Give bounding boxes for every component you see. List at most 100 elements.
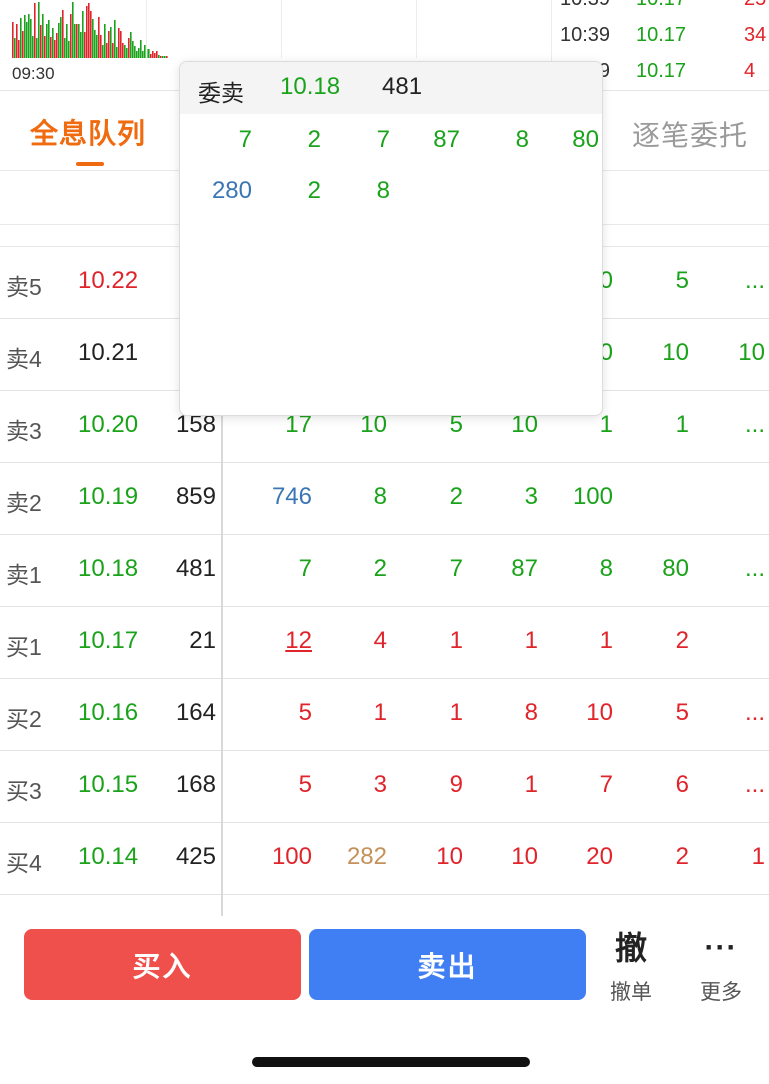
queue-order-size[interactable]: ...	[705, 771, 765, 799]
order-book-row[interactable]: 买3 10.15 168 5 3 9 1 7 6...	[0, 750, 769, 823]
chart-gridline	[416, 0, 417, 58]
popup-order-size: 2	[307, 177, 321, 204]
volume-bar	[136, 51, 138, 58]
level-volume: 425	[175, 843, 216, 870]
queue-order-size[interactable]: 8	[327, 483, 387, 511]
volume-bar	[148, 49, 150, 58]
queue-order-size[interactable]: 80	[629, 555, 689, 583]
queue-order-size[interactable]: 282	[327, 843, 387, 871]
order-book-row[interactable]: 卖1 10.18 481 7 2 7 87 8 80...	[0, 534, 769, 607]
queue-order-size[interactable]: 2	[629, 843, 689, 871]
queue-order-size[interactable]: 2	[629, 627, 689, 655]
queue-order-size[interactable]: 1	[478, 771, 538, 799]
volume-bar	[86, 6, 88, 58]
tick-price: 10.17	[636, 0, 686, 11]
queue-order-size[interactable]: 6	[629, 771, 689, 799]
queue-order-size[interactable]: 4	[327, 627, 387, 655]
queue-detail-popup[interactable]: 委卖 10.18 481 7 2 7 87 8 80 280 2 8	[179, 61, 603, 416]
order-book-row[interactable]: 卖2 10.19 859 746 8 2 3 100	[0, 462, 769, 535]
queue-order-size[interactable]: 7	[403, 555, 463, 583]
level-label: 买3	[6, 778, 42, 804]
queue-order-size[interactable]: 9	[403, 771, 463, 799]
queue-order-size[interactable]: ...	[705, 555, 765, 583]
queue-order-size[interactable]: 20	[553, 843, 613, 871]
volume-bar	[98, 17, 100, 58]
queue-order-size[interactable]: 87	[478, 555, 538, 583]
queue-order-size[interactable]: ...	[705, 267, 765, 295]
volume-bar	[22, 31, 24, 58]
queue-order-size[interactable]: 10	[705, 339, 765, 367]
volume-bar	[100, 35, 102, 58]
cancel-order-button[interactable]: 撤 撤单	[600, 930, 662, 1010]
volume-bar	[46, 24, 48, 58]
volume-bar	[90, 11, 92, 58]
queue-order-size[interactable]: 1	[403, 699, 463, 727]
queue-order-size[interactable]: 100	[553, 483, 613, 511]
order-book-row[interactable]: 买4 10.14 425 100 282 10 10 20 2 1	[0, 822, 769, 895]
queue-order-size[interactable]: 1	[403, 627, 463, 655]
level-label: 买4	[6, 850, 42, 876]
volume-bar	[36, 38, 38, 58]
queue-order-size[interactable]: 8	[553, 555, 613, 583]
volume-bar	[94, 30, 96, 58]
sell-button[interactable]: 卖出	[309, 929, 586, 1000]
level-volume: 481	[175, 555, 216, 582]
volume-bar	[66, 24, 68, 58]
volume-bar	[152, 51, 154, 58]
queue-order-size[interactable]: 1	[327, 699, 387, 727]
queue-order-size[interactable]: ...	[705, 411, 765, 439]
level-label: 卖1	[6, 562, 42, 588]
queue-order-size[interactable]: 2	[403, 483, 463, 511]
tick-volume: 25	[744, 0, 766, 11]
popup-volume: 481	[382, 73, 423, 100]
queue-order-size[interactable]: 10	[403, 843, 463, 871]
popup-order-size: 280	[211, 177, 252, 204]
tab-each-order[interactable]: 逐笔委托	[632, 114, 748, 154]
queue-order-size[interactable]: 7	[252, 555, 312, 583]
level-price: 10.19	[78, 483, 139, 510]
queue-order-size[interactable]: 5	[252, 771, 312, 799]
queue-order-size[interactable]: 1	[629, 411, 689, 439]
chart-gridline	[146, 0, 147, 58]
volume-bar	[78, 24, 80, 58]
queue-order-size[interactable]: 1	[478, 627, 538, 655]
volume-bar	[108, 31, 110, 58]
queue-order-size[interactable]: 10	[553, 699, 613, 727]
queue-order-size[interactable]: 8	[478, 699, 538, 727]
queue-order-size[interactable]: 3	[478, 483, 538, 511]
queue-order-size[interactable]: ...	[705, 699, 765, 727]
volume-bar	[102, 45, 104, 58]
chart-time-label: 09:30	[12, 64, 55, 83]
volume-bar	[40, 25, 42, 58]
buy-button[interactable]: 买入	[24, 929, 301, 1000]
queue-order-size[interactable]: 1	[553, 627, 613, 655]
more-button[interactable]: ··· 更多	[690, 930, 752, 1010]
order-book-row[interactable]: 买2 10.16 164 5 1 1 8 10 5...	[0, 678, 769, 751]
queue-order-size[interactable]: 10	[629, 339, 689, 367]
level-label: 卖2	[6, 490, 42, 516]
level-volume: 168	[175, 771, 216, 798]
order-book-row[interactable]: 买1 10.17 21 12 4 1 1 1 2	[0, 606, 769, 679]
queue-order-size[interactable]: 5	[252, 699, 312, 727]
queue-order-size[interactable]: 2	[327, 555, 387, 583]
tab-full-queue[interactable]: 全息队列	[30, 112, 146, 152]
queue-order-size[interactable]: 1	[705, 843, 765, 871]
popup-side-label: 委卖	[198, 80, 244, 106]
popup-price: 10.18	[280, 73, 341, 100]
volume-bar	[62, 10, 64, 58]
volume-bar	[120, 31, 122, 58]
queue-order-size[interactable]: 100	[252, 843, 312, 871]
volume-bar	[128, 38, 130, 58]
volume-bar	[92, 19, 94, 58]
queue-order-size[interactable]: 5	[629, 267, 689, 295]
queue-order-size[interactable]: 7	[553, 771, 613, 799]
level-label: 卖4	[6, 346, 42, 372]
level-volume: 164	[175, 699, 216, 726]
home-indicator[interactable]	[252, 1057, 530, 1067]
queue-order-size[interactable]: 10	[478, 843, 538, 871]
queue-order-size[interactable]: 5	[629, 699, 689, 727]
popup-order-size: 7	[376, 126, 390, 153]
queue-order-size[interactable]: 12	[252, 627, 312, 655]
queue-order-size[interactable]: 746	[252, 483, 312, 511]
queue-order-size[interactable]: 3	[327, 771, 387, 799]
